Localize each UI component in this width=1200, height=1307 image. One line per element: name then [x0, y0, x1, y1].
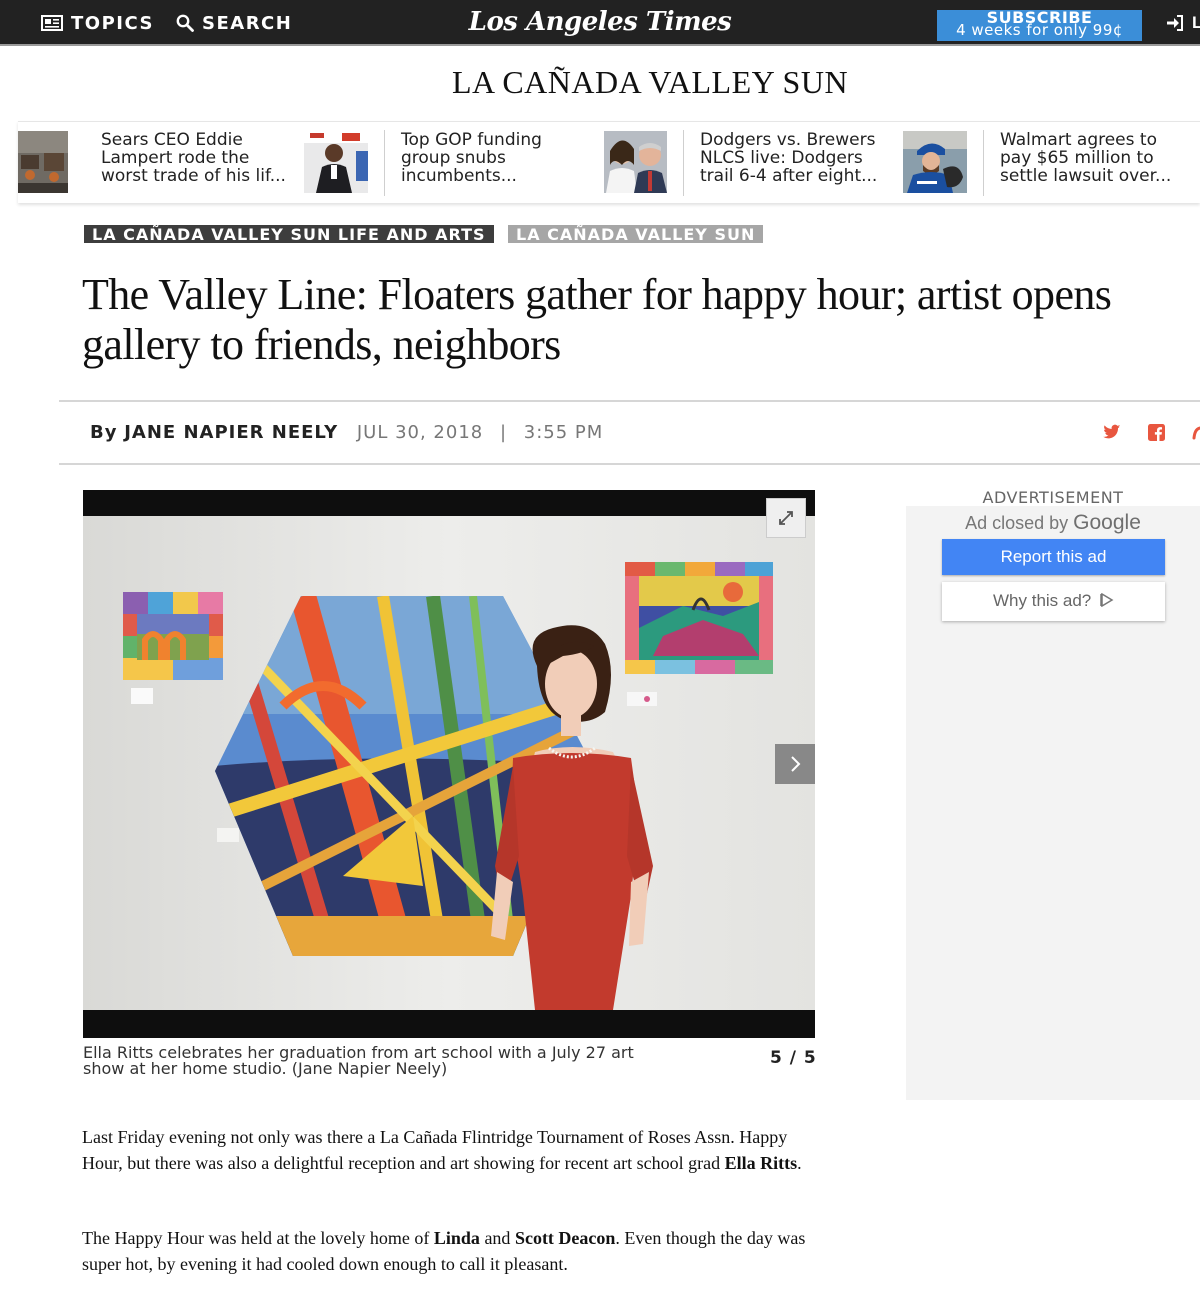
person-name: Scott Deacon [514, 1228, 616, 1248]
rail-headline: Sears CEO Eddie Lampert rode the worst t… [101, 130, 286, 186]
related-stories-rail: Sears CEO Eddie Lampert rode the worst t… [18, 121, 1200, 203]
photo-gallery [83, 490, 815, 1038]
divider-bottom [59, 463, 1200, 465]
byline-separator: | [499, 422, 508, 443]
section-title[interactable]: LA CAÑADA VALLEY SUN [0, 64, 1200, 101]
report-ad-button[interactable]: Report this ad [942, 539, 1165, 575]
chevron-right-icon [791, 756, 801, 772]
rail-story[interactable]: Top GOP funding group snubs incumbents..… [304, 131, 594, 195]
search-label: SEARCH [202, 12, 293, 34]
why-this-ad-button[interactable]: Why this ad? [942, 582, 1165, 621]
advertisement-label: ADVERTISEMENT [982, 488, 1124, 507]
expand-icon [779, 511, 793, 525]
byline: By JANE NAPIER NEELY JUL 30, 2018 | 3:55… [90, 422, 603, 443]
fullscreen-button[interactable] [766, 498, 806, 538]
paragraph-text: and [479, 1228, 515, 1248]
small-painting-right [625, 562, 773, 674]
next-photo-button[interactable] [775, 744, 815, 784]
twitter-icon[interactable] [1103, 424, 1121, 440]
topics-label: TOPICS [71, 12, 154, 34]
login-label: L [1192, 13, 1200, 32]
article-headline: The Valley Line: Floaters gather for hap… [82, 270, 1112, 369]
play-outline-icon [1100, 592, 1114, 608]
rail-story[interactable]: Dodgers vs. Brewers NLCS live: Dodgers t… [604, 131, 894, 195]
login-icon [1167, 15, 1183, 31]
newspaper-icon [41, 15, 63, 31]
section-label-valley-sun[interactable]: LA CAÑADA VALLEY SUN [508, 225, 764, 244]
sears-store-photo [18, 131, 68, 193]
rail-divider [384, 130, 385, 196]
dodgers-player-photo [903, 131, 967, 193]
why-this-ad-label: Why this ad? [993, 591, 1092, 610]
paragraph-text: The Happy Hour was held at the lovely ho… [82, 1228, 434, 1248]
byline-prefix: By [90, 422, 118, 443]
person-name: Ella Ritts [724, 1153, 798, 1173]
paragraph-text: Last Friday evening not only was there a… [82, 1127, 788, 1173]
photo-counter: 5 / 5 [770, 1048, 817, 1068]
rail-headline: Walmart agrees to pay $65 million to set… [1000, 130, 1172, 186]
rail-divider [683, 130, 684, 196]
reddit-icon[interactable] [1191, 424, 1200, 440]
small-painting-left [123, 592, 223, 680]
paragraph-text: . [797, 1153, 802, 1173]
author-name[interactable]: JANE NAPIER NEELY [124, 422, 338, 443]
ad-closed-notice: Ad closed by Google [940, 511, 1166, 535]
person-name: Linda [433, 1228, 480, 1248]
article-paragraph: The Happy Hour was held at the lovely ho… [82, 1225, 822, 1277]
login-button[interactable]: L [1166, 0, 1200, 46]
search-icon [176, 14, 194, 32]
rail-divider [983, 130, 984, 196]
subscribe-button[interactable]: SUBSCRIBE 4 weeks for only 99¢ [937, 10, 1142, 41]
ad-closed-text: Ad closed by [965, 513, 1069, 533]
gop-event-photo [304, 131, 368, 193]
google-logo: Google [1073, 511, 1141, 534]
politicians-photo [604, 131, 667, 193]
publish-date: JUL 30, 2018 [356, 422, 484, 443]
rail-story[interactable]: Walmart agrees to pay $65 million to set… [903, 131, 1200, 195]
facebook-icon[interactable] [1148, 424, 1165, 441]
photo-caption: Ella Ritts celebrates her graduation fro… [83, 1043, 634, 1078]
search-button[interactable]: SEARCH [176, 0, 292, 46]
publish-time: 3:55 PM [523, 422, 604, 443]
section-label-life-and-arts[interactable]: LA CAÑADA VALLEY SUN LIFE AND ARTS [84, 225, 494, 244]
article-paragraph: Last Friday evening not only was there a… [82, 1124, 822, 1176]
rail-headline: Top GOP funding group snubs incumbents..… [401, 130, 542, 186]
subscribe-offer: 4 weeks for only 99¢ [956, 21, 1123, 39]
gallery-photo [83, 516, 815, 1010]
rail-headline: Dodgers vs. Brewers NLCS live: Dodgers t… [700, 130, 878, 186]
topics-menu-button[interactable]: TOPICS [41, 0, 154, 46]
divider-top [59, 400, 1200, 402]
top-navigation-bar: TOPICS SEARCH Los Angeles Times SUBSCRIB… [0, 0, 1200, 46]
rail-story[interactable]: Sears CEO Eddie Lampert rode the worst t… [18, 131, 308, 195]
